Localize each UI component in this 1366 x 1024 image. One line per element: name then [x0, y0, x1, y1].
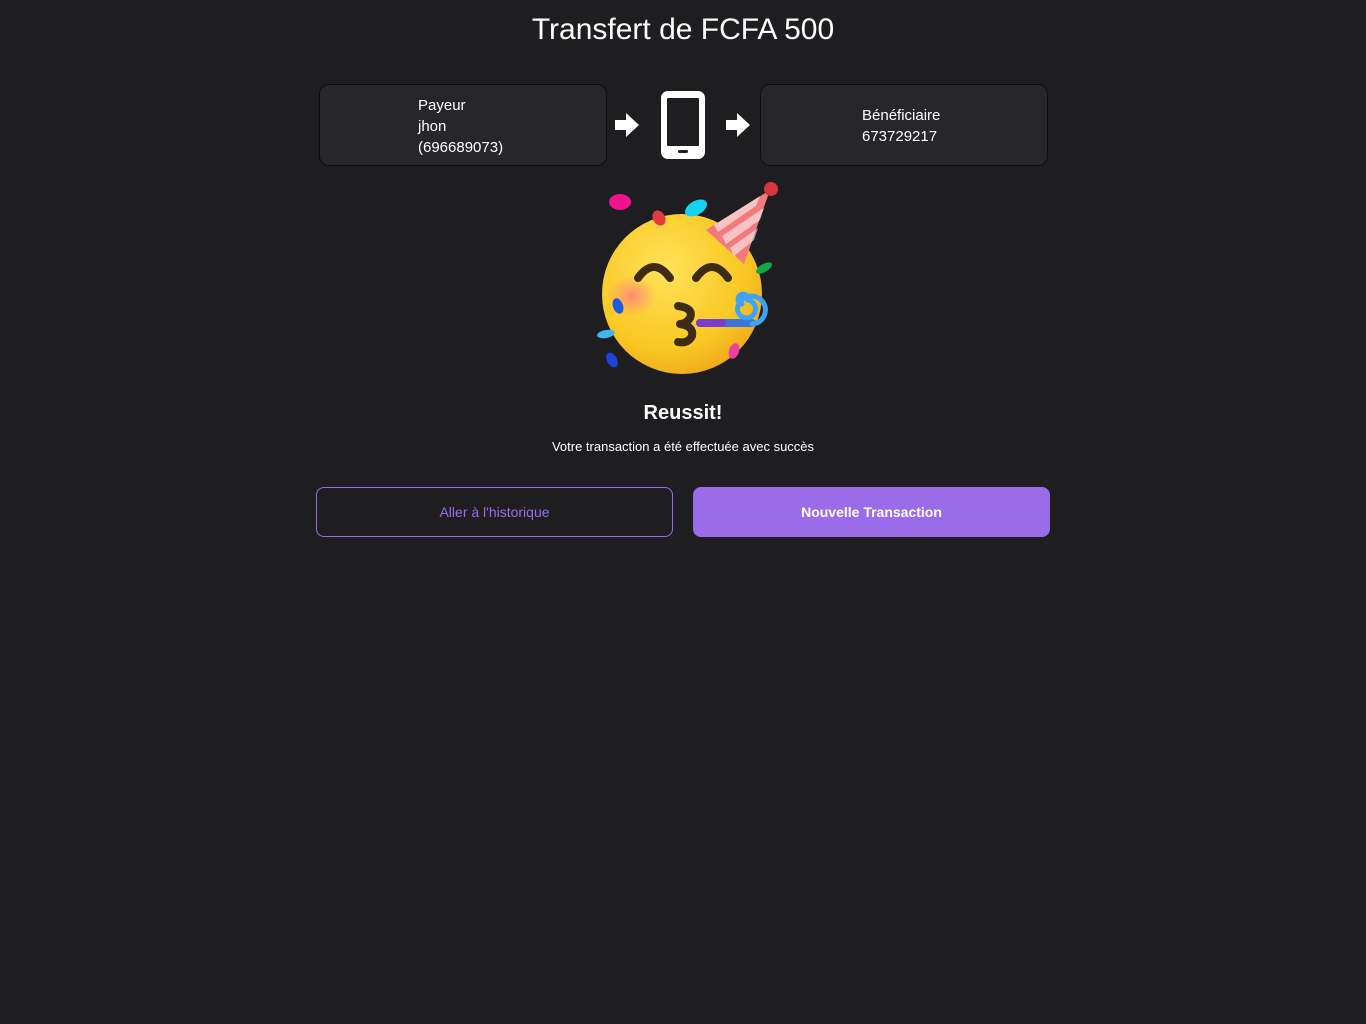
smartphone-icon [661, 91, 705, 159]
payer-label: Payeur [418, 97, 466, 114]
arrow-right-icon [615, 113, 639, 137]
success-title: Reussit! [643, 402, 723, 424]
success-message: Votre transaction a été effectuée avec s… [551, 439, 815, 454]
payer-card: Payeur jhon (696689073) [319, 84, 607, 166]
transfer-flow: Payeur jhon (696689073) Bénéficiaire 673… [319, 84, 1048, 166]
transfer-result-page: Transfert de FCFA 500 Payeur jhon (69668… [0, 0, 1366, 1024]
go-to-history-button[interactable]: Aller à l'historique [316, 487, 673, 537]
payer-phone: (696689073) [418, 139, 504, 156]
payee-phone: 673729217 [862, 128, 938, 145]
payer-info: Payeur jhon (696689073) [418, 95, 503, 158]
page-title: Transfert de FCFA 500 [531, 13, 835, 46]
arrow-right-icon [726, 113, 750, 137]
payer-name: jhon [418, 118, 447, 135]
partying-face-icon [597, 182, 778, 374]
payee-info: Bénéficiaire 673729217 [862, 105, 940, 147]
payee-card: Bénéficiaire 673729217 [760, 84, 1048, 166]
payee-label: Bénéficiaire [862, 107, 941, 124]
new-transaction-button[interactable]: Nouvelle Transaction [693, 487, 1050, 537]
